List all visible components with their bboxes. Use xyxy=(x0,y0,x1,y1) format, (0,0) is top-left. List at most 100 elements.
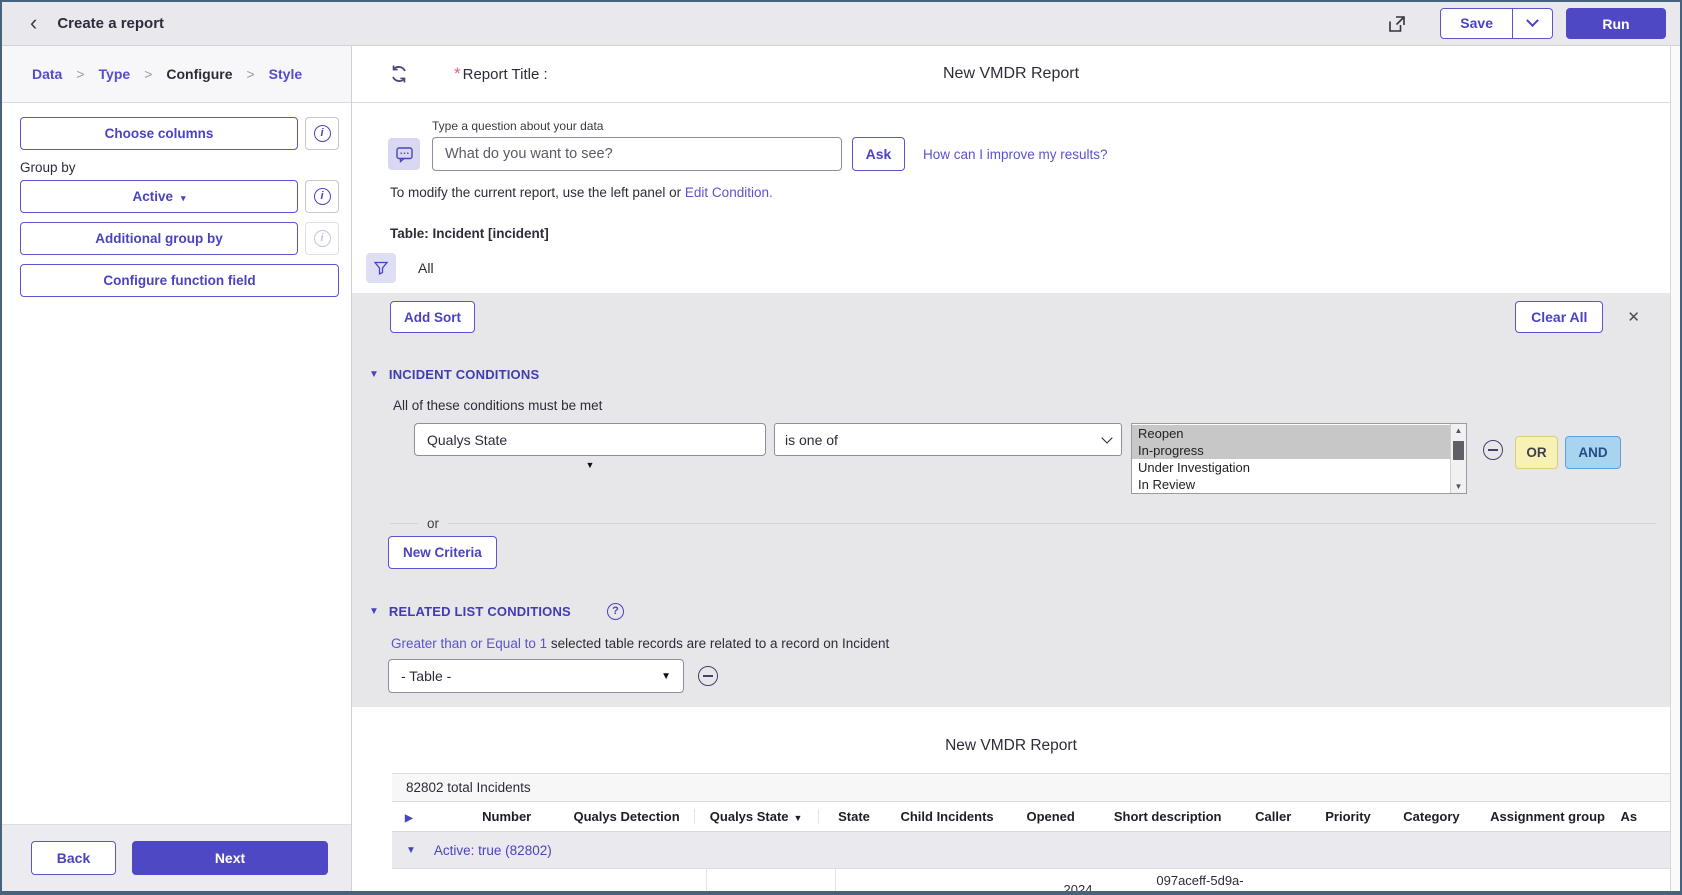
edit-condition-link[interactable]: Edit Condition. xyxy=(685,185,773,200)
breadcrumb-style[interactable]: Style xyxy=(269,66,302,82)
related-list-conditions-header[interactable]: ▼ RELATED LIST CONDITIONS ? xyxy=(369,603,1670,620)
related-table-select[interactable]: - Table - ▼ xyxy=(388,659,684,693)
collapse-icon[interactable]: ▼ xyxy=(369,606,379,617)
related-condition-text: Greater than or Equal to 1 selected tabl… xyxy=(391,636,1670,651)
listbox-option[interactable]: Reopen xyxy=(1132,425,1450,442)
choose-columns-button[interactable]: Choose columns xyxy=(20,117,298,150)
share-icon[interactable] xyxy=(1384,11,1410,37)
back-icon[interactable]: ‹ xyxy=(30,12,37,34)
related-operator-link[interactable]: Greater than or Equal to 1 xyxy=(391,636,547,651)
page-title: Create a report xyxy=(57,15,164,32)
report-title-label: Report Title : xyxy=(463,66,548,83)
select-dropdown-icon: ▼ xyxy=(661,671,671,682)
close-icon[interactable]: ✕ xyxy=(1627,308,1640,326)
column-header-number[interactable]: Number xyxy=(454,809,560,824)
breadcrumb-type[interactable]: Type xyxy=(99,66,131,82)
or-button[interactable]: OR xyxy=(1515,436,1558,469)
choose-columns-info-button[interactable]: i xyxy=(305,117,339,150)
breadcrumb-separator: > xyxy=(76,66,84,82)
listbox-option[interactable]: In-progress xyxy=(1132,442,1450,459)
operator-select[interactable]: is one of xyxy=(774,423,1122,456)
group-row-label[interactable]: Active: true (82802) xyxy=(434,843,552,858)
preview-total-count: 82802 total Incidents xyxy=(392,773,1670,802)
condition-toolbar: Add Sort Clear All ✕ xyxy=(390,301,1656,333)
ask-question-label: Type a question about your data xyxy=(432,119,1670,133)
incident-conditions-header[interactable]: ▼ INCIDENT CONDITIONS xyxy=(369,367,1670,382)
filter-icon[interactable] xyxy=(366,253,396,283)
or-divider: or xyxy=(390,516,1656,530)
listbox-scrollbar[interactable]: ▲ ▼ xyxy=(1450,424,1466,493)
save-split-button: Save xyxy=(1440,8,1553,39)
configure-function-field-button[interactable]: Configure function field xyxy=(20,264,339,297)
left-panel: Data > Type > Configure > Style Choose c… xyxy=(2,46,352,891)
report-title-row: * Report Title : New VMDR Report xyxy=(352,46,1670,103)
filter-row: All xyxy=(366,253,1670,283)
breadcrumb-separator: > xyxy=(246,66,254,82)
main-scroll-area[interactable]: Type a question about your data Ask H xyxy=(352,103,1670,891)
chat-bubble-icon[interactable] xyxy=(388,138,420,170)
cell-short-description: 097aceff-5d9a- xyxy=(1126,869,1274,891)
back-button[interactable]: Back xyxy=(31,841,116,875)
remove-related-condition-icon[interactable] xyxy=(698,666,718,686)
modify-hint: To modify the current report, use the le… xyxy=(390,185,1670,200)
select-chevron-icon xyxy=(1101,432,1112,443)
group-by-dropdown[interactable]: Active▾ xyxy=(20,180,298,213)
ask-button[interactable]: Ask xyxy=(852,137,905,171)
save-button[interactable]: Save xyxy=(1440,8,1513,39)
listbox-option[interactable]: In Review xyxy=(1132,476,1450,493)
remove-condition-icon[interactable] xyxy=(1483,440,1503,460)
collapse-icon[interactable]: ▼ xyxy=(369,369,379,380)
next-button[interactable]: Next xyxy=(132,841,328,875)
breadcrumb-configure[interactable]: Configure xyxy=(166,66,232,82)
breadcrumb: Data > Type > Configure > Style xyxy=(2,46,351,103)
preview-data-row[interactable]: 2024 097aceff-5d9a- xyxy=(392,869,1670,891)
preview-report-title: New VMDR Report xyxy=(352,737,1670,755)
improve-results-link[interactable]: How can I improve my results? xyxy=(923,147,1108,162)
chevron-down-icon xyxy=(1526,14,1539,27)
field-dropdown-icon[interactable]: ▼ xyxy=(586,460,595,470)
conditions-must-meet-text: All of these conditions must be met xyxy=(393,398,1670,413)
listbox-option[interactable]: Under Investigation xyxy=(1132,459,1450,476)
preview-group-row[interactable]: ▼ Active: true (82802) xyxy=(392,832,1670,869)
scrollbar-thumb[interactable] xyxy=(1453,441,1464,460)
vertical-scrollbar[interactable] xyxy=(1670,46,1680,891)
app-window: ‹ Create a report Save Run Data > T xyxy=(0,0,1682,895)
column-header-caller[interactable]: Caller xyxy=(1239,809,1308,824)
left-panel-body: Choose columns i Group by Active▾ i Addi… xyxy=(2,103,351,824)
value-listbox[interactable]: Reopen In-progress Under Investigation I… xyxy=(1131,423,1467,494)
group-by-info-button[interactable]: i xyxy=(305,180,339,213)
column-header-assigned[interactable]: As xyxy=(1620,809,1670,824)
filter-all-label[interactable]: All xyxy=(418,260,434,276)
scroll-down-icon[interactable]: ▼ xyxy=(1451,482,1466,491)
column-header-opened[interactable]: Opened xyxy=(1005,809,1097,824)
column-header-priority[interactable]: Priority xyxy=(1308,809,1389,824)
clear-all-button[interactable]: Clear All xyxy=(1515,301,1603,333)
column-header-assignment-group[interactable]: Assignment group xyxy=(1475,809,1621,824)
refresh-icon[interactable] xyxy=(388,63,410,85)
breadcrumb-separator: > xyxy=(144,66,152,82)
expand-all-icon[interactable]: ▶ xyxy=(405,813,413,824)
and-button[interactable]: AND xyxy=(1565,436,1621,469)
top-bar: ‹ Create a report Save Run xyxy=(2,2,1680,46)
breadcrumb-data[interactable]: Data xyxy=(32,66,62,82)
collapse-icon[interactable]: ▼ xyxy=(406,845,416,856)
cell-opened: 2024 xyxy=(1030,869,1126,891)
column-header-short-description[interactable]: Short description xyxy=(1097,809,1239,824)
column-header-category[interactable]: Category xyxy=(1388,809,1474,824)
column-header-state[interactable]: State xyxy=(819,809,890,824)
add-sort-button[interactable]: Add Sort xyxy=(390,301,475,333)
column-header-child-incidents[interactable]: Child Incidents xyxy=(890,809,1005,824)
condition-field-input[interactable] xyxy=(414,423,766,456)
column-header-qualys-state[interactable]: Qualys State▼ xyxy=(694,809,819,824)
help-icon[interactable]: ? xyxy=(607,603,624,620)
column-header-qualys-detection[interactable]: Qualys Detection xyxy=(559,809,693,824)
run-button[interactable]: Run xyxy=(1566,8,1666,39)
report-title-value: New VMDR Report xyxy=(352,65,1670,83)
save-menu-button[interactable] xyxy=(1513,8,1553,39)
preview-header-row: ▶ Number Qualys Detection Qualys State▼ … xyxy=(392,802,1670,832)
new-criteria-button[interactable]: New Criteria xyxy=(388,536,497,569)
additional-group-by-button[interactable]: Additional group by xyxy=(20,222,298,255)
scroll-up-icon[interactable]: ▲ xyxy=(1451,426,1466,435)
question-input[interactable] xyxy=(432,137,842,171)
info-icon: i xyxy=(314,230,331,247)
